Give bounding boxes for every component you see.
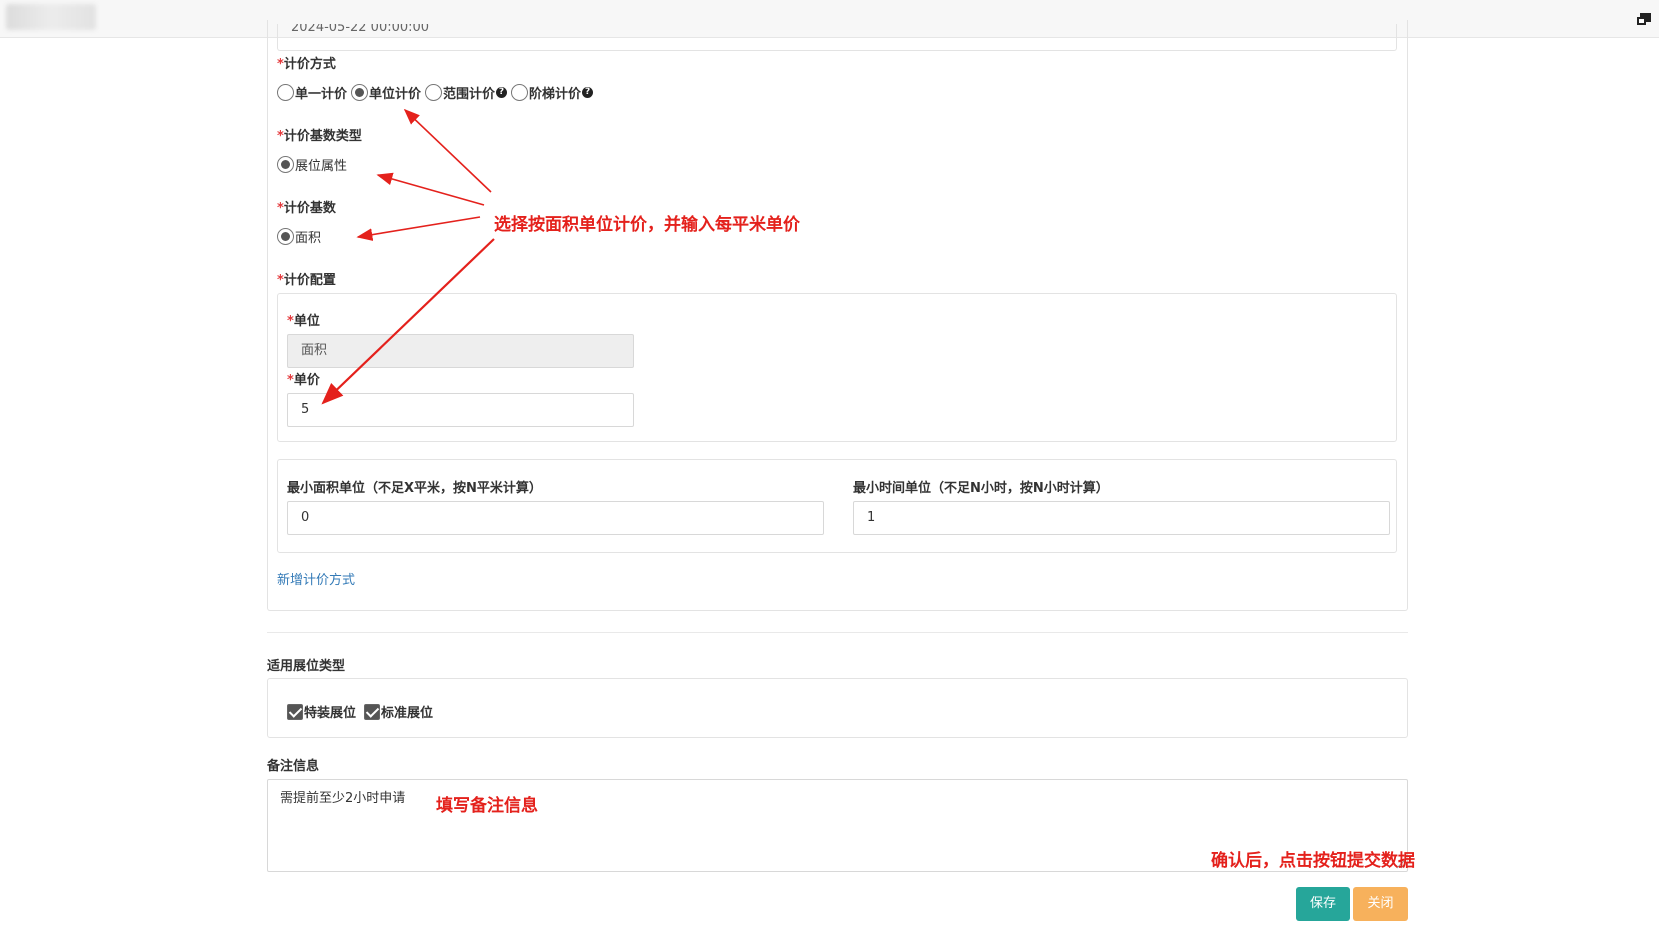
radio-circle[interactable] bbox=[425, 84, 443, 101]
radio-booth-attribute[interactable]: 展位属性 bbox=[277, 155, 347, 174]
radio-circle[interactable] bbox=[277, 84, 294, 101]
unit-input: 面积 bbox=[287, 334, 634, 368]
radio-label: 展位属性 bbox=[295, 159, 348, 174]
booth-types-checkbox-group: 特装展位 标准展位 bbox=[287, 702, 437, 721]
radio-label: 面积 bbox=[295, 231, 322, 246]
radio-label: 范围计价 bbox=[443, 87, 496, 102]
min-area-input[interactable]: 0 bbox=[287, 501, 824, 535]
radio-area[interactable]: 面积 bbox=[277, 227, 321, 246]
min-area-label: 最小面积单位（不足X平米，按N平米计算） bbox=[287, 481, 542, 496]
checkbox-checked[interactable] bbox=[364, 703, 381, 720]
unit-price-input[interactable]: 5 bbox=[287, 393, 634, 427]
checkbox-standard-booth[interactable]: 标准展位 bbox=[364, 702, 433, 721]
min-time-label: 最小时间单位（不足N小时，按N小时计算） bbox=[853, 481, 1109, 496]
checkbox-label: 特装展位 bbox=[304, 706, 357, 721]
question-circle-icon[interactable]: ? bbox=[496, 87, 508, 98]
config-label: *计价配置 bbox=[277, 273, 336, 288]
annotation-pricing: 选择按面积单位计价，并输入每平米单价 bbox=[494, 215, 800, 235]
base-label: *计价基数 bbox=[277, 201, 336, 216]
booth-types-label: 适用展位类型 bbox=[267, 659, 346, 674]
checkbox-checked[interactable] bbox=[287, 703, 303, 720]
question-circle-icon[interactable]: ? bbox=[582, 87, 594, 98]
base-type-label: *计价基数类型 bbox=[277, 129, 362, 144]
annotation-submit: 确认后，点击按钮提交数据 bbox=[1211, 851, 1415, 871]
pricing-method-radio-group: 单一计价 单位计价 范围计价 ? 阶梯计价 ? bbox=[277, 83, 597, 102]
radio-label: 单一计价 bbox=[295, 87, 348, 102]
close-button[interactable]: 关闭 bbox=[1353, 887, 1408, 921]
radio-circle-checked[interactable] bbox=[277, 228, 294, 245]
radio-range-pricing[interactable]: 范围计价 ? bbox=[425, 83, 508, 102]
checkbox-special-booth[interactable]: 特装展位 bbox=[287, 702, 360, 721]
pricing-method-label: *计价方式 bbox=[277, 57, 336, 72]
blurred-logo bbox=[6, 4, 96, 30]
datetime-input[interactable]: 2024-05-22 00:00:00 bbox=[277, 24, 1397, 51]
section-divider bbox=[267, 632, 1408, 633]
datetime-value: 2024-05-22 00:00:00 bbox=[291, 24, 430, 35]
radio-circle[interactable] bbox=[511, 84, 529, 101]
remarks-value: 需提前至少2小时申请 bbox=[280, 791, 406, 806]
restore-window-icon[interactable] bbox=[1637, 13, 1651, 25]
radio-single-pricing[interactable]: 单一计价 bbox=[277, 83, 347, 102]
save-button[interactable]: 保存 bbox=[1296, 887, 1350, 921]
radio-circle-checked[interactable] bbox=[277, 156, 294, 173]
radio-tiered-pricing[interactable]: 阶梯计价 ? bbox=[511, 83, 594, 102]
price-label: *单价 bbox=[287, 373, 320, 388]
radio-circle-checked[interactable] bbox=[351, 84, 369, 101]
booth-types-panel bbox=[267, 678, 1408, 738]
radio-label: 单位计价 bbox=[369, 87, 422, 102]
unit-label: *单位 bbox=[287, 314, 320, 329]
radio-unit-pricing[interactable]: 单位计价 bbox=[351, 83, 421, 102]
remarks-label: 备注信息 bbox=[267, 759, 320, 774]
annotation-remark: 填写备注信息 bbox=[436, 796, 538, 816]
checkbox-label: 标准展位 bbox=[381, 706, 434, 721]
min-time-input[interactable]: 1 bbox=[853, 501, 1390, 535]
add-pricing-method-link[interactable]: 新增计价方式 bbox=[277, 569, 355, 588]
radio-label: 阶梯计价 bbox=[529, 87, 582, 102]
